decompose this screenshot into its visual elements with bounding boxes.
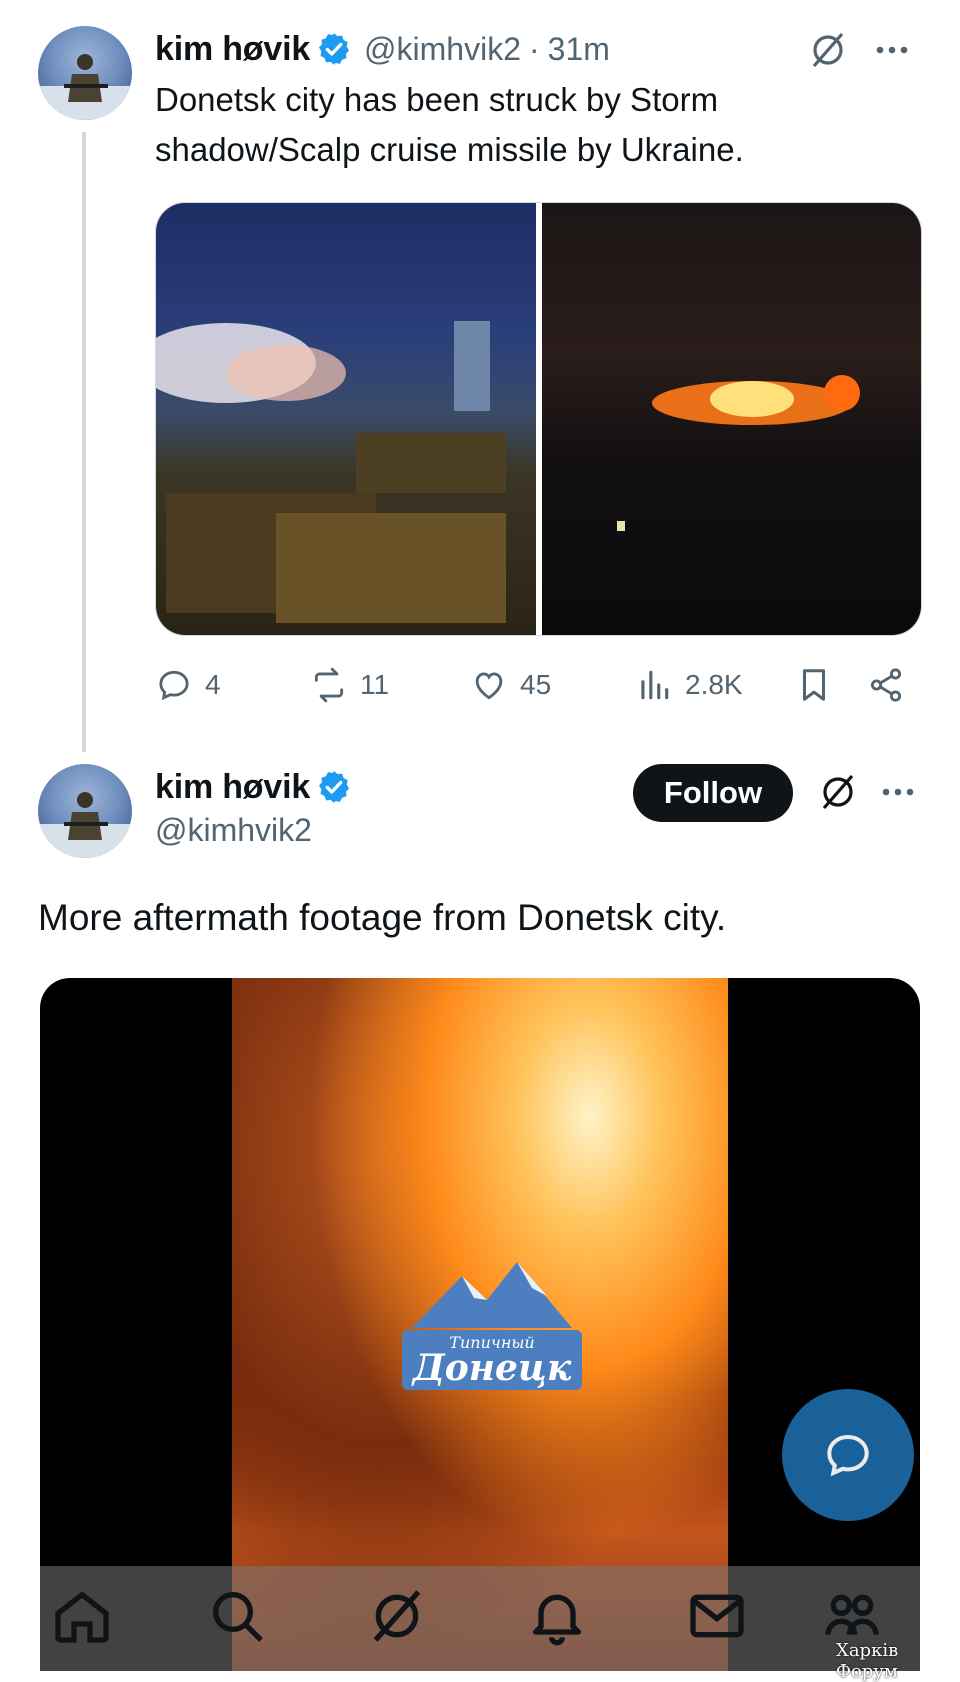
bottom-nav <box>40 1566 920 1671</box>
tweet-header: kim høvik @kimhvik2 · 31m <box>155 24 610 74</box>
video-player[interactable]: Типичный Донецк <box>40 978 920 1671</box>
repost-icon <box>314 667 344 703</box>
display-name[interactable]: kim høvik <box>155 30 310 69</box>
repost-count: 11 <box>360 669 390 700</box>
more-icon[interactable] <box>872 30 912 70</box>
handle[interactable]: @kimhvik2 <box>155 812 312 849</box>
like-count: 45 <box>520 669 552 700</box>
verified-badge-icon <box>316 31 352 67</box>
reply-count: 4 <box>205 669 221 700</box>
messages-icon[interactable] <box>685 1584 749 1648</box>
tweet-text: Donetsk city has been struck by Storm sh… <box>155 81 744 168</box>
video-logo: Типичный Донецк <box>392 1248 592 1408</box>
share-icon <box>870 668 902 702</box>
grok-icon[interactable] <box>816 770 860 814</box>
watermark: Харків Форум <box>836 1640 899 1682</box>
reply-icon <box>159 670 189 701</box>
display-name[interactable]: kim høvik <box>155 768 310 807</box>
bookmark-button[interactable] <box>795 655 845 715</box>
media-grid[interactable] <box>155 202 922 636</box>
compose-button[interactable] <box>782 1389 914 1521</box>
view-count: 2.8K <box>685 669 743 700</box>
compose-icon <box>827 1434 869 1477</box>
more-icon[interactable] <box>878 772 918 812</box>
notifications-icon[interactable] <box>525 1584 589 1648</box>
views-icon <box>641 670 669 700</box>
photo-city-smoke[interactable] <box>156 203 536 635</box>
thread-line <box>82 132 86 752</box>
like-icon <box>475 672 503 700</box>
bookmark-icon <box>802 669 826 701</box>
handle[interactable]: @kimhvik2 <box>364 31 521 68</box>
grok-icon[interactable] <box>365 1584 429 1648</box>
svg-text:Донецк: Донецк <box>411 1347 572 1389</box>
photo-night-fire[interactable] <box>542 203 921 635</box>
communities-icon[interactable] <box>820 1584 884 1648</box>
follow-button[interactable]: Follow <box>633 764 793 822</box>
avatar[interactable] <box>38 764 132 858</box>
search-icon[interactable] <box>205 1584 269 1648</box>
tweet-actions: 4 11 45 2.8K <box>155 655 925 715</box>
like-button[interactable]: 45 <box>470 655 551 715</box>
verified-badge-icon <box>316 769 352 805</box>
share-button[interactable] <box>867 655 917 715</box>
reply-button[interactable]: 4 <box>155 655 221 715</box>
grok-icon[interactable] <box>806 28 850 72</box>
separator: · <box>529 30 540 67</box>
repost-button[interactable]: 11 <box>310 655 389 715</box>
avatar[interactable] <box>38 26 132 120</box>
home-icon[interactable] <box>50 1584 114 1648</box>
views-button[interactable]: 2.8K <box>635 655 743 715</box>
tweet-text: More aftermath footage from Donetsk city… <box>38 897 727 938</box>
tweet-header: kim høvik <box>155 762 352 812</box>
timestamp[interactable]: 31m <box>548 31 610 68</box>
